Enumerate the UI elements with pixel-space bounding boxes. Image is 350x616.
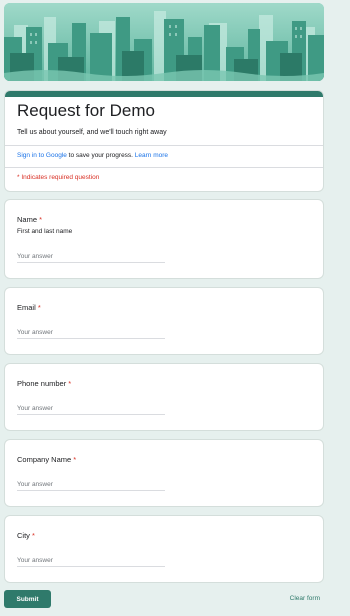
required-asterisk: * bbox=[68, 379, 72, 388]
question-label-text: Name bbox=[17, 215, 38, 224]
phone-input[interactable] bbox=[17, 403, 165, 415]
question-label: Company Name * bbox=[17, 455, 76, 464]
required-asterisk: * bbox=[32, 531, 35, 540]
question-label: Email * bbox=[17, 303, 41, 312]
company-name-input[interactable] bbox=[17, 479, 165, 491]
question-help-text: First and last name bbox=[17, 228, 73, 235]
divider bbox=[5, 167, 323, 168]
question-label: Name * bbox=[17, 215, 42, 224]
required-asterisk: * bbox=[37, 303, 41, 312]
signin-text: to save your progress. bbox=[66, 152, 135, 159]
question-label: Phone number * bbox=[17, 379, 71, 388]
question-card-city: City * bbox=[4, 515, 324, 583]
email-input[interactable] bbox=[17, 327, 165, 339]
header-banner-image bbox=[4, 3, 324, 81]
city-input[interactable] bbox=[17, 555, 165, 567]
question-label-text: City bbox=[17, 531, 30, 540]
question-card-company: Company Name * bbox=[4, 439, 324, 507]
submit-button[interactable]: Submit bbox=[4, 590, 51, 608]
question-card-email: Email * bbox=[4, 287, 324, 355]
question-label-text: Email bbox=[17, 303, 36, 312]
clear-form-button[interactable]: Clear form bbox=[290, 595, 320, 602]
question-label-text: Phone number bbox=[17, 379, 67, 388]
form-description: Tell us about yourself, and we'll touch … bbox=[17, 129, 167, 136]
form-header-card: Request for Demo Tell us about yourself,… bbox=[4, 90, 324, 192]
divider bbox=[5, 145, 323, 146]
signin-link[interactable]: Sign in to Google bbox=[17, 152, 67, 159]
required-note: * Indicates required question bbox=[17, 174, 100, 181]
question-card-phone: Phone number * bbox=[4, 363, 324, 431]
learn-more-link[interactable]: Learn more bbox=[135, 152, 168, 159]
question-card-name: Name * First and last name bbox=[4, 199, 324, 279]
required-asterisk: * bbox=[39, 215, 43, 224]
name-input[interactable] bbox=[17, 251, 165, 263]
question-label-text: Company Name bbox=[17, 455, 72, 464]
signin-notice: Sign in to Google to save your progress.… bbox=[17, 152, 168, 159]
required-asterisk: * bbox=[73, 455, 77, 464]
accent-bar bbox=[5, 91, 323, 97]
question-label: City * bbox=[17, 531, 35, 540]
form-title: Request for Demo bbox=[17, 101, 155, 120]
